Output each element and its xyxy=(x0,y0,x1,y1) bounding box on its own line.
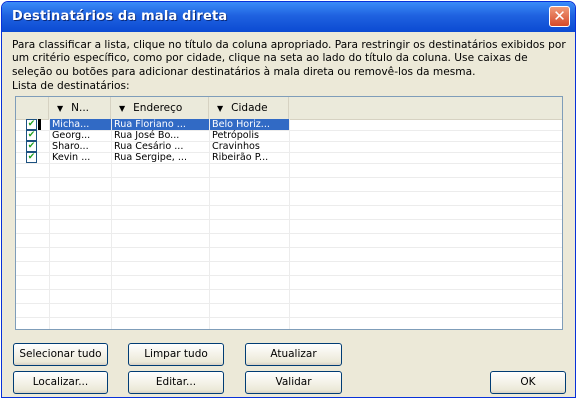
selection-marker xyxy=(38,119,41,130)
recipient-list-label: Lista de destinatários: xyxy=(12,80,130,92)
table-row[interactable]: ✔ Georg... Rua José Bo... Petrópolis xyxy=(16,130,562,141)
grid-line xyxy=(16,177,562,178)
grid-line xyxy=(16,191,562,192)
grid-line xyxy=(16,261,562,262)
check-icon: ✔ xyxy=(27,152,36,162)
row-checkbox[interactable]: ✔ xyxy=(26,119,37,130)
table-row[interactable]: ✔ Sharo... Rua Cesário ... Cravinhos xyxy=(16,141,562,152)
row-checkbox[interactable]: ✔ xyxy=(26,130,37,141)
column-header-name[interactable]: ▼ N... xyxy=(49,97,111,119)
cell-name: Micha... xyxy=(50,119,111,130)
grid-line xyxy=(16,275,562,276)
select-all-button[interactable]: Selecionar tudo xyxy=(13,343,108,366)
title-bar[interactable]: Destinatários da mala direta ✕ xyxy=(2,2,575,32)
close-icon: ✕ xyxy=(553,7,566,25)
check-icon: ✔ xyxy=(27,119,36,129)
grid-line xyxy=(16,303,562,304)
close-button[interactable]: ✕ xyxy=(549,6,570,27)
chevron-down-icon[interactable]: ▼ xyxy=(57,98,63,120)
table-row[interactable]: ✔ Micha... Rua Floriano ... Belo Horiz..… xyxy=(16,119,562,130)
grid-line xyxy=(16,219,562,220)
grid-line xyxy=(16,163,562,164)
cell-city: Belo Horiz... xyxy=(210,119,289,130)
cell-name: Georg... xyxy=(52,130,91,141)
chevron-down-icon[interactable]: ▼ xyxy=(217,98,223,120)
check-icon: ✔ xyxy=(27,130,36,140)
list-header: ▼ N... ▼ Endereço ▼ Cidade xyxy=(16,97,562,120)
validate-button[interactable]: Validar xyxy=(245,371,342,394)
dialog-title: Destinatários da mala direta xyxy=(12,9,228,24)
column-header-label: Cidade xyxy=(231,102,268,114)
cell-address: Rua Sergipe, ... xyxy=(114,152,188,163)
column-header-label: Endereço xyxy=(133,102,183,114)
grid-line xyxy=(16,317,562,318)
column-header-label: N... xyxy=(71,102,90,114)
cell-name: Kevin ... xyxy=(52,152,91,163)
instructions-text: Para classificar a lista, clique no títu… xyxy=(12,39,566,78)
chevron-down-icon[interactable]: ▼ xyxy=(119,98,125,120)
check-icon: ✔ xyxy=(27,141,36,151)
recipient-list[interactable]: ▼ N... ▼ Endereço ▼ Cidade ✔ Micha... Ru… xyxy=(15,96,563,330)
cell-city: Petrópolis xyxy=(212,130,259,141)
header-checkbox-column xyxy=(16,97,49,119)
clear-all-button[interactable]: Limpar tudo xyxy=(128,343,224,366)
ok-button[interactable]: OK xyxy=(490,371,566,394)
mail-merge-recipients-dialog: Destinatários da mala direta ✕ Para clas… xyxy=(1,1,576,398)
grid-line xyxy=(16,205,562,206)
table-row[interactable]: ✔ Kevin ... Rua Sergipe, ... Ribeirão P.… xyxy=(16,152,562,163)
cell-city: Ribeirão P... xyxy=(212,152,269,163)
edit-button[interactable]: Editar... xyxy=(128,371,224,394)
grid-line xyxy=(16,289,562,290)
cell-address: Rua Floriano ... xyxy=(112,119,209,130)
column-header-address[interactable]: ▼ Endereço xyxy=(111,97,209,119)
cell-address: Rua Cesário ... xyxy=(114,141,184,152)
cell-address: Rua José Bo... xyxy=(114,130,180,141)
refresh-button[interactable]: Atualizar xyxy=(245,343,342,366)
row-checkbox[interactable]: ✔ xyxy=(26,141,37,152)
column-header-city[interactable]: ▼ Cidade xyxy=(209,97,289,119)
find-button[interactable]: Localizar... xyxy=(13,371,108,394)
grid-line xyxy=(16,247,562,248)
grid-line xyxy=(16,233,562,234)
row-checkbox[interactable]: ✔ xyxy=(26,152,37,163)
cell-name: Sharo... xyxy=(52,141,89,152)
cell-city: Cravinhos xyxy=(212,141,260,152)
